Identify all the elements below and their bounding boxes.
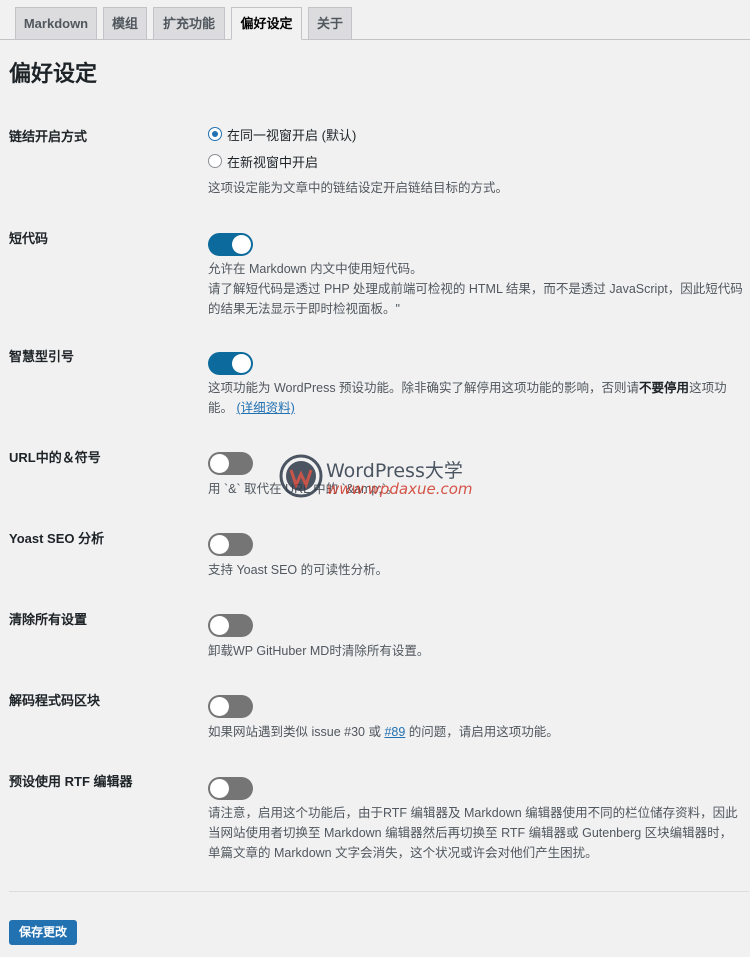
rtf-default-toggle[interactable]: [208, 777, 253, 800]
watermark-title: WordPress大学: [326, 460, 463, 482]
yoast-label: Yoast SEO 分析: [9, 531, 105, 546]
yoast-toggle[interactable]: [208, 533, 253, 556]
toggle-knob: [210, 616, 229, 635]
smart-quotes-toggle[interactable]: [208, 352, 253, 375]
yoast-description: 支持 Yoast SEO 的可读性分析。: [208, 563, 389, 577]
toggle-knob: [210, 535, 229, 554]
divider: [9, 891, 749, 892]
shortcode-label: 短代码: [9, 231, 49, 246]
clear-settings-label: 清除所有设置: [9, 612, 88, 627]
tab-modules[interactable]: 模组: [103, 7, 147, 40]
radio-same-window[interactable]: [208, 127, 222, 141]
url-amp-toggle[interactable]: [208, 452, 253, 475]
decode-code-toggle[interactable]: [208, 695, 253, 718]
decode-code-label: 解码程式码区块: [9, 693, 101, 708]
shortcode-desc-line1: 允许在 Markdown 内文中使用短代码。: [208, 262, 423, 276]
smart-quotes-desc-bold: 不要停用: [639, 381, 690, 395]
toggle-knob: [210, 697, 229, 716]
link-open-new-window-option[interactable]: 在新视窗中开启: [208, 151, 318, 171]
save-changes-button[interactable]: 保存更改: [9, 920, 78, 945]
url-amp-label: URL中的＆符号: [9, 450, 101, 465]
link-open-same-window-option[interactable]: 在同一视窗开启 (默认): [208, 124, 356, 144]
rtf-default-description: 请注意，启用这个功能后，由于RTF 编辑器及 Markdown 编辑器使用不同的…: [208, 806, 738, 860]
settings-tabs: Markdown 模组 扩充功能 偏好设定 关于: [0, 0, 750, 40]
smart-quotes-label: 智慧型引号: [9, 349, 75, 364]
tab-markdown[interactable]: Markdown: [15, 7, 97, 40]
shortcode-description: 允许在 Markdown 内文中使用短代码。 请了解短代码是透过 PHP 处理成…: [208, 259, 743, 319]
toggle-knob: [210, 454, 229, 473]
shortcode-toggle[interactable]: [208, 233, 253, 256]
rtf-default-label: 预设使用 RTF 编辑器: [9, 774, 133, 789]
link-open-label: 链结开启方式: [9, 129, 88, 144]
watermark-url: www.wpdaxue.com: [327, 480, 473, 498]
smart-quotes-description: 这项功能为 WordPress 预设功能。除非确实了解停用这项功能的影响，否则请…: [208, 378, 743, 418]
toggle-knob: [210, 779, 229, 798]
decode-code-desc-suffix: 的问题，请启用这项功能。: [405, 725, 559, 739]
smart-quotes-desc-prefix: 这项功能为 WordPress 预设功能。除非确实了解停用这项功能的影响，否则请: [208, 381, 640, 395]
issue-89-link[interactable]: #89: [384, 725, 405, 739]
tab-extensions[interactable]: 扩充功能: [153, 7, 225, 40]
toggle-knob: [232, 354, 251, 373]
radio-new-window-label: 在新视窗中开启: [227, 154, 319, 170]
tab-about[interactable]: 关于: [308, 7, 352, 40]
decode-code-desc-prefix: 如果网站遇到类似 issue #30 或: [208, 725, 385, 739]
tab-preferences[interactable]: 偏好设定: [231, 7, 302, 40]
toggle-knob: [232, 235, 251, 254]
link-open-description: 这项设定能为文章中的链结设定开启链结目标的方式。: [208, 181, 509, 195]
watermark: WordPress大学 www.wpdaxue.com: [279, 452, 479, 502]
clear-settings-toggle[interactable]: [208, 614, 253, 637]
wordpress-logo-icon: [279, 454, 323, 498]
radio-same-window-label: 在同一视窗开启 (默认): [227, 127, 357, 143]
decode-code-description: 如果网站遇到类似 issue #30 或 #89 的问题，请启用这项功能。: [208, 722, 743, 742]
radio-new-window[interactable]: [208, 154, 222, 168]
clear-settings-description: 卸载WP GitHuber MD时清除所有设置。: [208, 644, 430, 658]
shortcode-desc-line2: 请了解短代码是透过 PHP 处理成前端可检视的 HTML 结果，而不是透过 Ja…: [208, 282, 743, 316]
page-title: 偏好设定: [9, 61, 98, 86]
smart-quotes-details-link[interactable]: (详细资料): [237, 401, 295, 415]
